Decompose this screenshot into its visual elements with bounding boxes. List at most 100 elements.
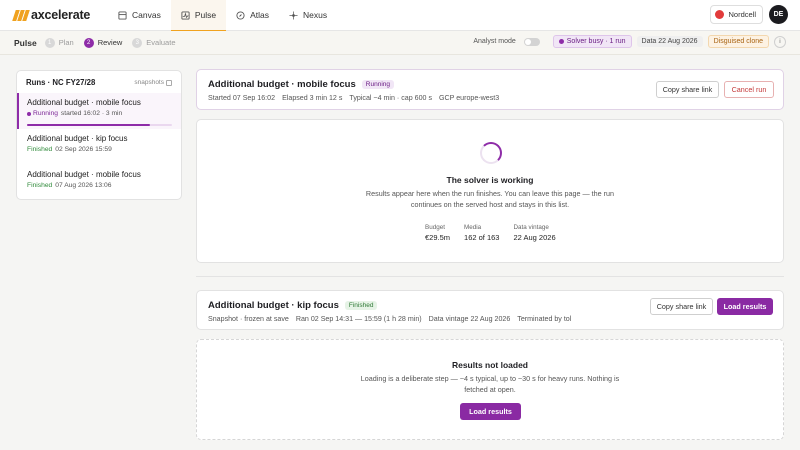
run-name: Additional budget · mobile focus — [27, 98, 141, 107]
stat-label: Data vintage — [513, 224, 549, 231]
running-dot-icon — [27, 111, 31, 116]
run-typical: Typical ~4 min · cap 600 s — [349, 94, 433, 102]
load-results-button[interactable]: Load results — [460, 403, 521, 420]
tab-label: Atlas — [250, 10, 269, 20]
step-evaluate[interactable]: 3 Evaluate — [132, 37, 176, 48]
snapshot-icon — [166, 79, 172, 86]
data-date-badge: Data 22 Aug 2026 — [636, 36, 703, 47]
solver-status-badge: Solver busy · 1 run — [552, 35, 632, 48]
panel-description: Loading is a deliberate step — ~4 s typi… — [360, 374, 620, 394]
results-not-loaded-panel: Results not loaded Loading is a delibera… — [196, 339, 784, 440]
clone-badge: Disguised clone — [707, 35, 769, 48]
nexus-icon — [289, 10, 298, 20]
main-tabs: Canvas Pulse Atlas Nexus — [108, 0, 337, 32]
tab-nexus[interactable]: Nexus — [279, 0, 337, 31]
run-meta: Snapshot · frozen at save Ran 02 Sep 14:… — [208, 315, 571, 323]
tab-canvas[interactable]: Canvas — [108, 0, 171, 31]
loading-spinner-icon — [480, 142, 502, 164]
stat-value: 22 Aug 2026 — [513, 233, 556, 242]
solver-title: The solver is working — [446, 175, 534, 185]
org-switcher[interactable]: Nordcell — [710, 5, 763, 24]
run-meta: Started 07 Sep 16:02 Elapsed 3 min 12 s … — [208, 94, 499, 102]
snapshot-note: Snapshot · frozen at save — [208, 315, 289, 323]
snapshots-label: snapshots — [134, 79, 164, 86]
solver-description: Results appear here when the run finishe… — [365, 189, 615, 209]
brand-name: axcelerate — [31, 8, 91, 22]
run-progress-fill — [27, 124, 151, 126]
tab-label: Canvas — [132, 10, 161, 20]
run-elapsed: Elapsed 3 min 12 s — [282, 94, 343, 102]
canvas-icon — [118, 10, 127, 20]
pulse-icon — [181, 10, 190, 20]
logo-mark-icon — [12, 9, 30, 21]
run-title: Additional budget · kip focus — [208, 300, 339, 311]
workflow-bar: Pulse 1 Plan 2 Review 3 Evaluate Analyst… — [0, 31, 800, 55]
snapshots-link[interactable]: snapshots — [134, 79, 172, 86]
current-run-header: Additional budget · mobile focus Running… — [196, 69, 784, 110]
tab-label: Pulse — [194, 10, 217, 20]
solver-status-panel: The solver is working Results appear her… — [196, 119, 784, 263]
run-detail: 02 Sep 2026 15:59 — [55, 146, 112, 153]
run-started: Started 07 Sep 16:02 — [208, 94, 276, 102]
stat-budget: Budget €29.5m — [425, 224, 450, 242]
info-icon[interactable]: i — [774, 35, 786, 48]
avatar[interactable]: DE — [769, 5, 788, 24]
snapshot-run-header: Additional budget · kip focus Finished S… — [196, 290, 784, 330]
analyst-mode-label: Analyst mode — [473, 38, 516, 45]
solver-status-text: Solver busy · 1 run — [566, 38, 626, 45]
stat-value: €29.5m — [425, 233, 451, 242]
cancel-run-button[interactable]: Cancel run — [724, 81, 774, 98]
step-number: 3 — [132, 37, 143, 48]
run-list-item[interactable]: Additional budget · mobile focus Running… — [17, 93, 181, 129]
status-badge: Finished — [27, 182, 53, 189]
run-title: Additional budget · mobile focus — [208, 79, 356, 90]
copy-share-link-button[interactable]: Copy share link — [650, 298, 713, 315]
run-detail: started 16:02 · 3 min — [60, 110, 123, 117]
org-name: Nordcell — [728, 10, 756, 19]
stat-data-vintage: Data vintage 22 Aug 2026 — [513, 224, 555, 242]
run-data-vintage: Data vintage 22 Aug 2026 — [428, 315, 511, 323]
step-label: Review — [97, 38, 123, 47]
run-time-range: Ran 02 Sep 14:31 — 15:59 (1 h 28 min) — [295, 315, 422, 323]
stat-media: Media 162 of 163 — [464, 224, 499, 242]
brand-logo[interactable]: axcelerate — [12, 8, 104, 22]
tab-atlas[interactable]: Atlas — [226, 0, 279, 31]
step-label: Plan — [58, 38, 74, 47]
status-badge: Running — [361, 80, 394, 89]
step-review[interactable]: 2 Review — [83, 37, 123, 48]
step-label: Evaluate — [146, 38, 176, 47]
copy-share-link-button[interactable]: Copy share link — [656, 81, 719, 98]
section-divider — [196, 276, 784, 277]
status-badge: Running — [27, 110, 58, 117]
step-number: 1 — [44, 37, 55, 48]
run-termination: Terminated by tol — [517, 315, 572, 323]
status-badge: Finished — [27, 146, 53, 153]
run-stats: Budget €29.5m Media 162 of 163 Data vint… — [425, 224, 556, 242]
run-detail: 07 Aug 2026 13:06 — [55, 182, 112, 189]
analyst-mode-toggle[interactable] — [523, 37, 540, 46]
sidebar-title: Runs · NC FY27/28 — [26, 78, 96, 87]
stat-label: Budget — [425, 224, 445, 231]
panel-title: Results not loaded — [451, 360, 529, 370]
status-dot-icon — [558, 39, 564, 44]
runs-sidebar: Runs · NC FY27/28 snapshots Additional b… — [16, 70, 182, 200]
tab-label: Nexus — [303, 10, 328, 20]
step-plan[interactable]: 1 Plan — [44, 37, 74, 48]
status-badge: Finished — [344, 301, 378, 310]
run-list-item[interactable]: Additional budget · kip focus Finished 0… — [17, 129, 181, 165]
org-logo-icon — [715, 10, 725, 19]
top-navigation: axcelerate Canvas Pulse Atlas Nexus Nord… — [0, 0, 800, 32]
section-title: Pulse — [14, 37, 37, 48]
tab-pulse[interactable]: Pulse — [170, 0, 227, 32]
run-name: Additional budget · mobile focus — [27, 170, 141, 179]
run-progress-bar — [27, 124, 172, 126]
run-list-item[interactable]: Additional budget · mobile focus Finishe… — [17, 165, 181, 199]
stat-label: Media — [464, 224, 482, 231]
stat-value: 162 of 163 — [464, 233, 500, 242]
compass-icon — [236, 10, 245, 20]
load-results-button[interactable]: Load results — [717, 298, 773, 315]
run-name: Additional budget · kip focus — [27, 134, 128, 143]
run-host: GCP europe-west3 — [439, 94, 500, 102]
step-number: 2 — [83, 37, 94, 48]
status-text: Running — [33, 110, 58, 117]
